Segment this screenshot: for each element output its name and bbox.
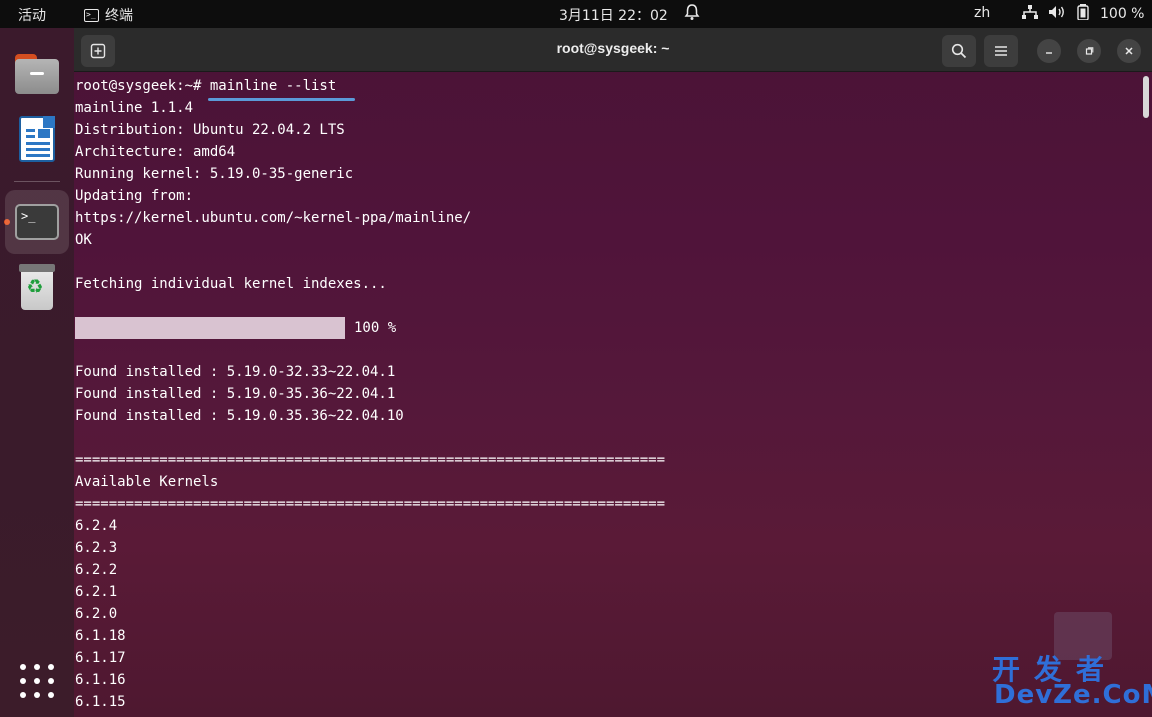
terminal-line: Updating from: bbox=[75, 188, 194, 204]
terminal-line: Found installed : 5.19.0-35.36~22.04.1 bbox=[75, 386, 396, 402]
network-icon bbox=[1022, 5, 1038, 23]
terminal-line: 6.2.2 bbox=[75, 562, 118, 578]
watermark-bottom: DevZe.CoM bbox=[994, 680, 1152, 710]
trash-icon: ♻ bbox=[19, 264, 55, 310]
dock-item-terminal[interactable]: >_ bbox=[5, 190, 69, 254]
dock-item-libreoffice-writer[interactable] bbox=[5, 108, 69, 172]
battery-percentage: 100 % bbox=[1100, 6, 1145, 22]
command-highlight-underline bbox=[208, 98, 355, 101]
terminal-line: 6.1.18 bbox=[75, 628, 126, 644]
terminal-line: OK bbox=[75, 232, 92, 248]
files-icon bbox=[15, 54, 59, 94]
app-menu[interactable]: >_ 终端 bbox=[84, 5, 133, 25]
app-menu-label: 终端 bbox=[105, 8, 133, 24]
input-language-indicator[interactable]: zh bbox=[974, 5, 990, 21]
dock: >_ ♻ bbox=[0, 28, 74, 717]
restore-icon bbox=[1085, 47, 1094, 55]
menu-button[interactable] bbox=[984, 35, 1018, 67]
battery-icon bbox=[1076, 4, 1090, 24]
maximize-button[interactable] bbox=[1077, 39, 1101, 63]
terminal-line: 6.2.4 bbox=[75, 518, 118, 534]
close-icon bbox=[1125, 47, 1133, 55]
scrollbar[interactable] bbox=[1143, 76, 1149, 118]
terminal-line: 6.2.1 bbox=[75, 584, 118, 600]
terminal-line: 6.1.16 bbox=[75, 672, 126, 688]
dock-item-trash[interactable]: ♻ bbox=[5, 258, 69, 322]
terminal-line: https://kernel.ubuntu.com/~kernel-ppa/ma… bbox=[75, 210, 472, 226]
notification-bell-icon bbox=[684, 3, 700, 25]
libreoffice-writer-icon bbox=[19, 116, 55, 162]
hamburger-menu-icon bbox=[995, 46, 1007, 56]
close-button[interactable] bbox=[1117, 39, 1141, 63]
show-applications-icon[interactable] bbox=[20, 664, 54, 698]
dock-separator bbox=[14, 181, 60, 182]
terminal-line: ========================================… bbox=[75, 452, 666, 468]
terminal-line: Architecture: amd64 bbox=[75, 144, 236, 160]
terminal-line: mainline 1.1.4 bbox=[75, 100, 194, 116]
terminal-small-icon: >_ bbox=[84, 8, 99, 22]
terminal-output[interactable]: root@sysgeek:~# mainline --list mainline … bbox=[75, 74, 1135, 717]
minimize-button[interactable] bbox=[1037, 39, 1061, 63]
terminal-line: Running kernel: 5.19.0-35-generic bbox=[75, 166, 354, 182]
terminal-line: Distribution: Ubuntu 22.04.2 LTS bbox=[75, 122, 345, 138]
top-bar: 活动 >_ 终端 3月11日 22：02 zh 100 % bbox=[0, 0, 1152, 28]
dock-item-files[interactable] bbox=[5, 42, 69, 106]
progress-bar bbox=[75, 317, 345, 339]
volume-icon bbox=[1048, 5, 1066, 23]
clock[interactable]: 3月11日 22：02 bbox=[559, 5, 668, 25]
terminal-icon: >_ bbox=[15, 204, 59, 240]
search-icon bbox=[951, 43, 967, 59]
terminal-line: ========================================… bbox=[75, 496, 666, 512]
search-button[interactable] bbox=[942, 35, 976, 67]
activities-button[interactable]: 活动 bbox=[18, 5, 46, 25]
progress-label: 100 % bbox=[354, 320, 397, 336]
terminal-line: 6.2.3 bbox=[75, 540, 118, 556]
progress-bar-fill bbox=[75, 317, 345, 339]
minimize-icon bbox=[1046, 52, 1052, 54]
terminal-line: Found installed : 5.19.0-32.33~22.04.1 bbox=[75, 364, 396, 380]
terminal-line: root@sysgeek:~# mainline --list bbox=[75, 78, 337, 94]
terminal-window: root@sysgeek: ~ root@sysgeek:~# mainline… bbox=[74, 28, 1152, 717]
terminal-line: Fetching individual kernel indexes... bbox=[75, 276, 387, 292]
terminal-line: 6.1.15 bbox=[75, 694, 126, 710]
terminal-line: 6.2.0 bbox=[75, 606, 118, 622]
terminal-line: Available Kernels bbox=[75, 474, 219, 490]
terminal-line: Found installed : 5.19.0.35.36~22.04.10 bbox=[75, 408, 404, 424]
terminal-line: 6.1.17 bbox=[75, 650, 126, 666]
system-tray[interactable]: 100 % bbox=[1022, 4, 1144, 24]
header-bar: root@sysgeek: ~ bbox=[74, 28, 1152, 72]
